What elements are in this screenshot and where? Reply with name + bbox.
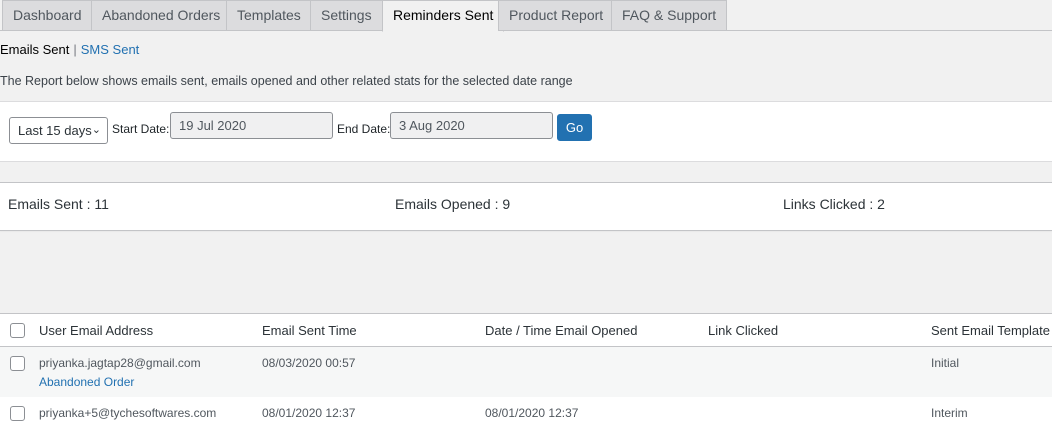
row-sent-time: 08/03/2020 00:57 bbox=[262, 356, 356, 370]
col-date-time-opened[interactable]: Date / Time Email Opened bbox=[485, 323, 637, 338]
tab-dashboard[interactable]: Dashboard bbox=[2, 0, 93, 31]
subnav-sms-sent[interactable]: SMS Sent bbox=[81, 42, 140, 57]
row-checkbox[interactable] bbox=[10, 356, 25, 371]
row-template: Initial bbox=[931, 356, 960, 370]
start-date-input[interactable]: 19 Jul 2020 bbox=[170, 112, 333, 139]
col-link-clicked[interactable]: Link Clicked bbox=[708, 323, 778, 338]
stat-emails-sent: Emails Sent : 11 bbox=[8, 196, 109, 212]
tab-bar: Dashboard Abandoned Orders Templates Set… bbox=[0, 0, 1052, 32]
subnav: Emails Sent | SMS Sent bbox=[0, 42, 139, 57]
date-range-value: Last 15 days bbox=[18, 123, 92, 138]
tab-product-report[interactable]: Product Report bbox=[498, 0, 615, 31]
col-email-sent-time[interactable]: Email Sent Time bbox=[262, 323, 357, 338]
stat-links-clicked: Links Clicked : 2 bbox=[783, 196, 885, 212]
table-header: User Email Address Email Sent Time Date … bbox=[0, 314, 1052, 347]
subnav-separator: | bbox=[73, 42, 77, 57]
emails-table: User Email Address Email Sent Time Date … bbox=[0, 313, 1052, 445]
row-sent-time: 08/01/2020 12:37 bbox=[262, 406, 356, 420]
end-date-input[interactable]: 3 Aug 2020 bbox=[390, 112, 553, 139]
abandoned-order-link[interactable]: Abandoned Order bbox=[39, 375, 134, 389]
row-template: Interim bbox=[931, 406, 968, 420]
table-row: priyanka.jagtap28@gmail.com Abandoned Or… bbox=[0, 347, 1052, 397]
row-email: priyanka+5@tychesoftwares.com bbox=[39, 406, 217, 420]
tab-faq-support[interactable]: FAQ & Support bbox=[611, 0, 728, 31]
report-description: The Report below shows emails sent, emai… bbox=[0, 74, 573, 88]
tab-abandoned-orders[interactable]: Abandoned Orders bbox=[91, 0, 232, 31]
stats-panel: Emails Sent : 11 Emails Opened : 9 Links… bbox=[0, 182, 1052, 231]
tab-reminders-sent[interactable]: Reminders Sent bbox=[382, 0, 505, 32]
select-all-checkbox[interactable] bbox=[10, 323, 25, 338]
tab-templates[interactable]: Templates bbox=[226, 0, 312, 31]
start-date-label: Start Date: bbox=[112, 122, 170, 136]
date-range-select[interactable]: Last 15 days ⌄ bbox=[9, 117, 108, 144]
date-filter-panel: Last 15 days ⌄ Start Date: 19 Jul 2020 E… bbox=[0, 101, 1052, 162]
col-sent-email-template[interactable]: Sent Email Template bbox=[931, 323, 1050, 338]
tab-settings[interactable]: Settings bbox=[310, 0, 383, 31]
row-opened-time: 08/01/2020 12:37 bbox=[485, 406, 579, 420]
stat-emails-opened: Emails Opened : 9 bbox=[395, 196, 511, 212]
go-button[interactable]: Go bbox=[557, 114, 592, 141]
row-checkbox[interactable] bbox=[10, 406, 25, 421]
subnav-emails-sent[interactable]: Emails Sent bbox=[0, 42, 69, 57]
table-row: priyanka+5@tychesoftwares.com 08/01/2020… bbox=[0, 397, 1052, 445]
col-user-email[interactable]: User Email Address bbox=[39, 323, 153, 338]
chevron-down-icon: ⌄ bbox=[91, 124, 101, 136]
row-email: priyanka.jagtap28@gmail.com bbox=[39, 356, 201, 370]
end-date-label: End Date: bbox=[337, 122, 391, 136]
